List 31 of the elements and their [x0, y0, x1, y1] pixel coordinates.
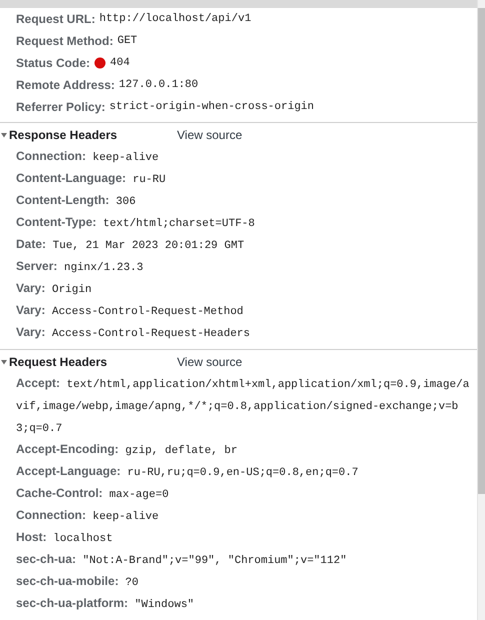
header-value: 404	[110, 58, 130, 68]
section-title[interactable]: Request Headers	[9, 355, 177, 369]
header-row-text: sec-ch-ua-mobile: ?0	[15, 573, 140, 591]
view-source-link[interactable]: View source	[177, 355, 242, 369]
header-row-text: Vary: Access-Control-Request-Headers	[15, 324, 252, 342]
header-row-text: Connection: keep-alive	[15, 148, 160, 166]
header-value: 127.0.0.1:80	[118, 80, 198, 90]
header-row-text: Accept-Encoding: gzip, deflate, br	[15, 441, 238, 459]
header-value: GET	[117, 36, 138, 46]
header-name: Request URL:	[16, 13, 96, 25]
header-name: Request Method:	[16, 35, 114, 47]
header-row-text: Accept-Language: ru-RU,ru;q=0.9,en-US;q=0.8,en;q=0.7	[15, 463, 360, 481]
view-source-link[interactable]: View source	[177, 128, 242, 142]
header-value: strict-origin-when-cross-origin	[109, 102, 314, 112]
header-row-text: Vary: Origin	[15, 280, 93, 298]
header-name: Referrer Policy:	[16, 101, 106, 113]
header-name: Status Code:	[16, 57, 90, 69]
header-row-text: Server: nginx/1.23.3	[15, 258, 144, 276]
header-row-text: sec-ch-ua: "Not:A-Brand";v="99", "Chromium";v="112"	[15, 551, 348, 569]
header-row-text: Connection: keep-alive	[15, 507, 160, 525]
header-row-text: Cache-Control: max-age=0	[15, 485, 170, 503]
header-row-text: Content-Length: 306	[15, 192, 137, 210]
header-row-text: Content-Type: text/html;charset=UTF-8	[15, 214, 256, 232]
section-title[interactable]: Response Headers	[9, 128, 177, 142]
header-row-text: sec-ch-ua-platform: "Windows"	[15, 595, 196, 613]
header-row-text: Vary: Access-Control-Request-Method	[15, 302, 244, 320]
header-row-text: Content-Language: ru-RU	[15, 170, 167, 188]
header-name: Remote Address:	[16, 79, 115, 91]
header-value: http://localhost/api/v1	[99, 14, 252, 24]
header-row-text: Date: Tue, 21 Mar 2023 20:01:29 GMT	[15, 236, 246, 254]
header-row-text: Host: localhost	[15, 529, 114, 547]
